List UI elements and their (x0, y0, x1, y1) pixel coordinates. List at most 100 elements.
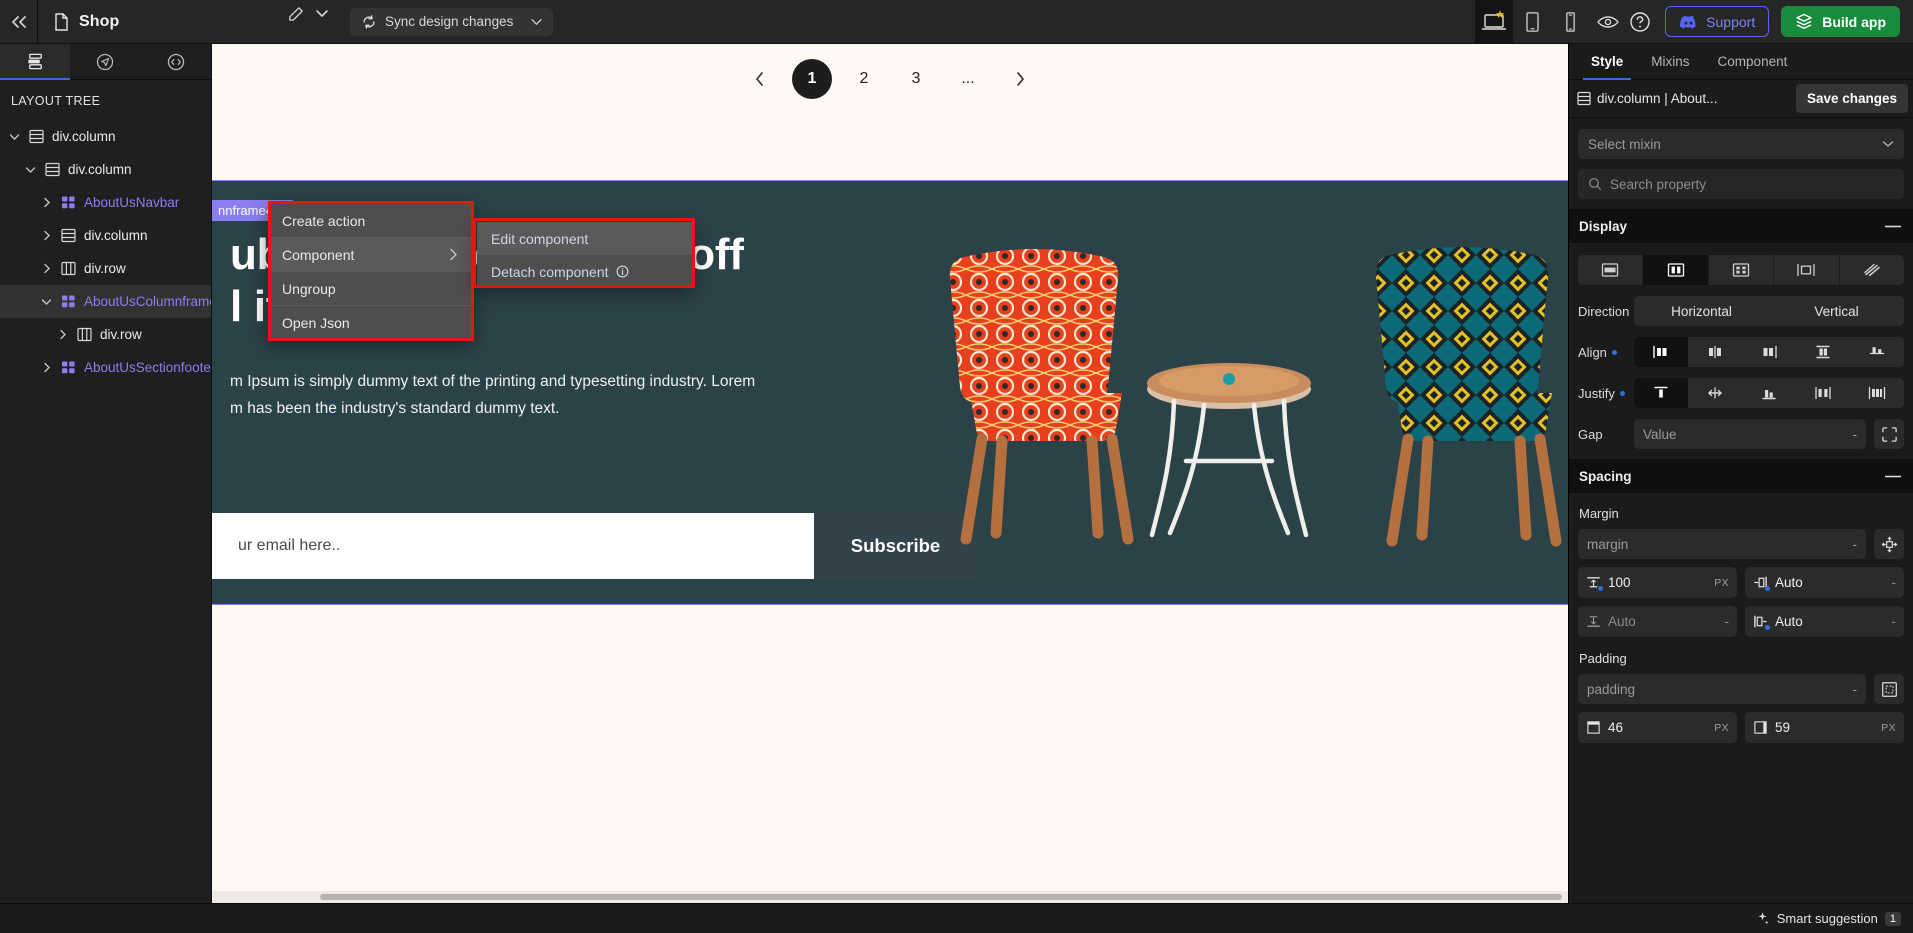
menu-item-edit-component[interactable]: Edit component (477, 222, 692, 255)
minus-icon[interactable] (1885, 475, 1901, 478)
margin-label: Margin (1579, 506, 1619, 521)
collapse-sidebar-button[interactable] (0, 0, 38, 43)
display-section-header[interactable]: Display (1569, 209, 1913, 243)
margin-all-sides-button[interactable] (1874, 529, 1904, 559)
margin-left-icon (1753, 614, 1770, 630)
info-circle-icon[interactable] (616, 265, 629, 278)
chevron-down-icon[interactable] (24, 166, 37, 174)
gap-input[interactable]: Value - (1634, 419, 1866, 449)
tree-node-div-column[interactable]: div.column (0, 153, 211, 186)
design-canvas[interactable]: 1 2 3 ... nnframe480 ubscribe and get 10… (212, 44, 1568, 903)
tree-node-div-row[interactable]: div.row (0, 252, 211, 285)
selection-header: div.column | About... Save changes (1569, 80, 1913, 118)
margin-bottom-input[interactable]: Auto - (1578, 606, 1737, 637)
tree-node-aboutussectionfooter[interactable]: AboutUsSectionfooter (0, 351, 211, 384)
pagination-prev[interactable] (740, 59, 780, 99)
help-icon[interactable] (1627, 9, 1653, 35)
justify-center-button[interactable] (1688, 378, 1742, 408)
tab-actions[interactable] (70, 44, 140, 79)
align-stretch-button[interactable] (1796, 337, 1850, 367)
display-none-button[interactable] (1840, 255, 1904, 285)
scrollbar-thumb[interactable] (320, 894, 1562, 900)
pagination-ellipsis[interactable]: ... (948, 59, 988, 99)
justify-space-between-button[interactable] (1796, 378, 1850, 408)
tab-layers[interactable] (0, 44, 71, 80)
search-property-input[interactable]: Search property (1578, 169, 1904, 199)
margin-left-unit: - (1891, 614, 1897, 629)
tab-component[interactable]: Component (1704, 44, 1802, 80)
support-button[interactable]: Support (1665, 6, 1770, 37)
chevron-down-icon[interactable] (309, 0, 335, 26)
align-center-button[interactable] (1688, 337, 1742, 367)
select-mixin-dropdown[interactable]: Select mixin (1578, 129, 1904, 159)
tab-style[interactable]: Style (1577, 44, 1637, 80)
save-changes-button[interactable]: Save changes (1795, 84, 1908, 113)
pagination-next[interactable] (1000, 59, 1040, 99)
device-mobile-button[interactable] (1551, 0, 1589, 44)
chevron-right-icon[interactable] (40, 362, 53, 373)
menu-item-open-json[interactable]: Open Json (268, 306, 472, 340)
align-start-button[interactable] (1634, 337, 1688, 367)
device-desktop-button[interactable]: ★ (1475, 0, 1514, 44)
direction-vertical-button[interactable]: Vertical (1769, 296, 1904, 326)
canvas-horizontal-scrollbar[interactable] (212, 891, 1568, 903)
sync-design-changes-button[interactable]: Sync design changes (350, 7, 553, 36)
smart-suggestion-button[interactable]: Smart suggestion 1 (1755, 911, 1901, 926)
display-block-button[interactable] (1578, 255, 1644, 285)
margin-top-input[interactable]: 100 PX (1578, 567, 1737, 598)
tree-node-div-column[interactable]: div.column (0, 219, 211, 252)
padding-top-icon (1586, 720, 1601, 735)
padding-input[interactable]: padding - (1578, 674, 1866, 704)
padding-right-input[interactable]: 59 PX (1745, 712, 1904, 743)
justify-start-button[interactable] (1634, 378, 1688, 408)
chevron-right-icon[interactable] (40, 230, 53, 241)
chevron-right-icon[interactable] (56, 329, 69, 340)
justify-space-around-button[interactable] (1850, 378, 1904, 408)
pagination-page-1[interactable]: 1 (792, 59, 832, 99)
layout-tree-title: LAYOUT TREE (11, 94, 101, 108)
padding-all-sides-button[interactable] (1874, 674, 1904, 704)
chevron-down-icon[interactable] (8, 133, 21, 141)
menu-item-ungroup[interactable]: Ungroup (268, 272, 472, 306)
edit-pencil-icon[interactable] (283, 0, 309, 26)
build-app-button[interactable]: Build app (1781, 6, 1900, 37)
tree-node-aboutuscolumnframe[interactable]: AboutUsColumnframe (0, 285, 211, 318)
pagination-page-3[interactable]: 3 (896, 59, 936, 99)
menu-item-create-action[interactable]: Create action (268, 204, 472, 238)
margin-bottom-unit: - (1724, 614, 1730, 629)
menu-item-component[interactable]: Component (268, 238, 472, 272)
email-input[interactable]: ur email here.. (212, 513, 814, 579)
chevron-right-icon[interactable] (40, 197, 53, 208)
display-flex-button[interactable] (1643, 255, 1709, 285)
tree-node-div-row[interactable]: div.row (0, 318, 211, 351)
direction-horizontal-button[interactable]: Horizontal (1634, 296, 1769, 326)
component-grid-icon (60, 294, 77, 309)
preview-eye-button[interactable] (1589, 0, 1627, 44)
page-selector[interactable]: Shop (38, 0, 283, 43)
spacing-section-header[interactable]: Spacing (1569, 459, 1913, 493)
star-badge-icon: ★ (1495, 9, 1506, 21)
padding-top-input[interactable]: 46 PX (1578, 712, 1737, 743)
margin-left-input[interactable]: Auto - (1745, 606, 1904, 637)
layers-icon (1795, 13, 1813, 30)
discord-icon (1679, 15, 1698, 29)
justify-end-button[interactable] (1742, 378, 1796, 408)
margin-right-input[interactable]: Auto - (1745, 567, 1904, 598)
tree-node-div-column[interactable]: div.column (0, 120, 211, 153)
tab-code[interactable] (141, 44, 211, 79)
menu-item-detach-component[interactable]: Detach component (477, 255, 692, 288)
display-inline-block-button[interactable] (1774, 255, 1840, 285)
pagination-page-2[interactable]: 2 (844, 59, 884, 99)
tab-mixins[interactable]: Mixins (1637, 44, 1703, 80)
minus-icon[interactable] (1885, 225, 1901, 228)
align-baseline-button[interactable] (1850, 337, 1904, 367)
align-end-button[interactable] (1742, 337, 1796, 367)
device-tablet-button[interactable] (1513, 0, 1551, 44)
chevron-down-icon[interactable] (40, 298, 53, 306)
display-grid-button[interactable] (1709, 255, 1775, 285)
margin-input[interactable]: margin - (1578, 529, 1866, 559)
chevron-right-icon[interactable] (40, 263, 53, 274)
margin-right-unit: - (1891, 575, 1897, 590)
tree-node-aboutusnavbar[interactable]: AboutUsNavbar (0, 186, 211, 219)
gap-link-button[interactable] (1874, 419, 1904, 449)
